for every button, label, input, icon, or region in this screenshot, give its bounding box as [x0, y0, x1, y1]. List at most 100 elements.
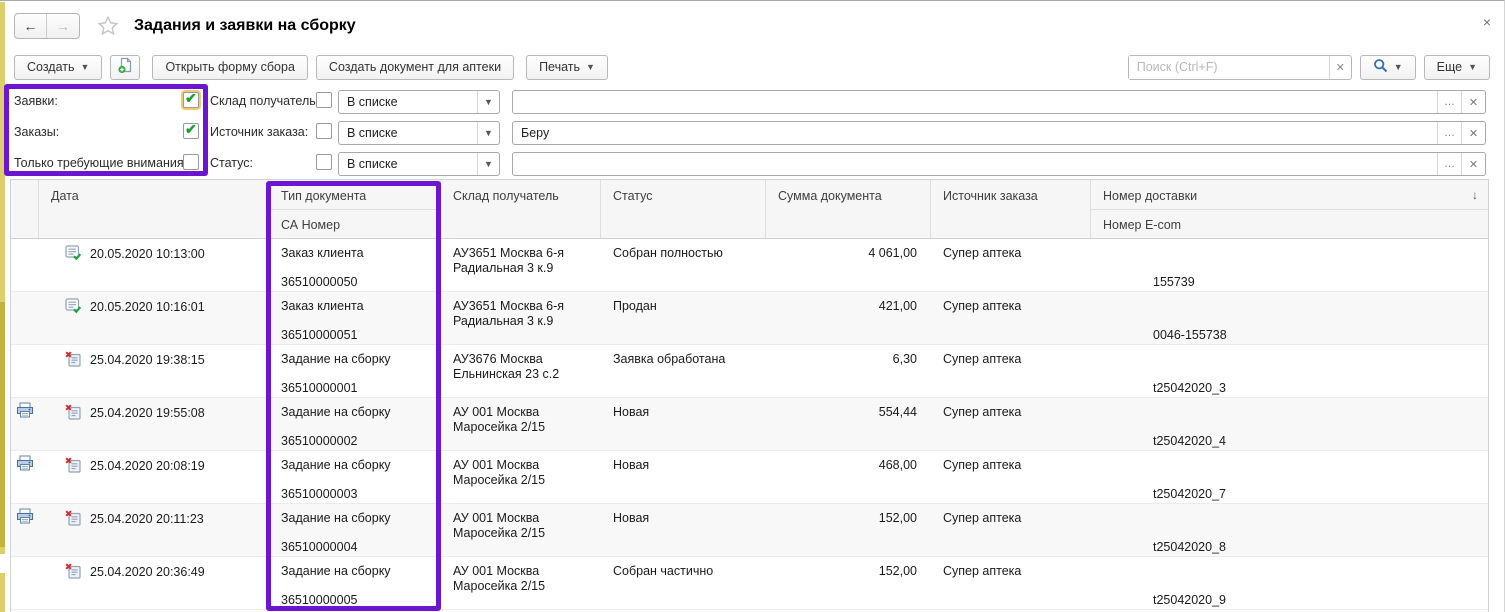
filter-source-label: Источник заказа:: [210, 125, 308, 139]
cell-date: 20.05.2020 10:13:00: [90, 246, 205, 291]
cell-status: Собран частично: [601, 557, 766, 609]
cell-date: 20.05.2020 10:16:01: [90, 299, 205, 344]
create-button[interactable]: Создать ▼: [14, 55, 102, 80]
filter-orders-checkbox[interactable]: [183, 123, 199, 139]
column-header-status[interactable]: Статус: [601, 180, 766, 238]
warehouse-ellipsis-button[interactable]: …: [1437, 91, 1461, 113]
app-window: × ← → Задания и заявки на сборку Создать…: [0, 0, 1505, 612]
title-bar: ← → Задания и заявки на сборку: [14, 11, 356, 41]
cell-source: Супер аптека: [931, 292, 1091, 344]
ellipsis-icon: …: [1444, 127, 1455, 139]
filter-status-label: Статус:: [210, 156, 253, 170]
condition-value: В списке: [339, 95, 477, 109]
cell-ecom-number: 0046-155738: [1153, 328, 1227, 343]
warehouse-clear-button[interactable]: ✕: [1461, 91, 1485, 113]
cell-ca-number: 36510000003: [281, 487, 357, 502]
cell-date: 25.04.2020 19:38:15: [90, 352, 205, 397]
table-row[interactable]: 25.04.2020 19:55:08 Задание на сборку 36…: [11, 398, 1488, 451]
left-dock-strip-bottom: [0, 573, 5, 612]
more-button[interactable]: Еще ▼: [1424, 55, 1490, 80]
table-row[interactable]: 20.05.2020 10:16:01 Заказ клиента 365100…: [11, 292, 1488, 345]
cell-source: Супер аптека: [931, 345, 1091, 397]
table-header: Дата Тип документа СА Номер Склад получа…: [11, 179, 1488, 239]
filter-source-condition-select[interactable]: В списке ▼: [338, 121, 500, 145]
table-row[interactable]: 25.04.2020 20:11:23 Задание на сборку 36…: [11, 504, 1488, 557]
cell-warehouse: АУ 001 Москва Маросейка 2/15: [441, 451, 601, 503]
cell-date: 25.04.2020 20:11:23: [90, 511, 204, 556]
table-body: 20.05.2020 10:13:00 Заказ клиента 365100…: [11, 239, 1488, 610]
filter-warehouse-condition-select[interactable]: В списке ▼: [338, 90, 500, 114]
filter-status-condition-select[interactable]: В списке ▼: [338, 152, 500, 176]
cell-status: Продан: [601, 292, 766, 344]
chevron-down-icon: ▼: [477, 153, 499, 175]
open-collect-form-button[interactable]: Открыть форму сбора: [152, 55, 307, 80]
status-ellipsis-button[interactable]: …: [1437, 153, 1461, 175]
column-header-icons: [11, 180, 39, 238]
column-header-warehouse[interactable]: Склад получатель: [441, 180, 601, 238]
window-close-button[interactable]: ×: [1478, 13, 1496, 31]
favorite-star-icon[interactable]: [96, 14, 120, 38]
close-icon: ✕: [1469, 97, 1478, 109]
arrow-right-icon: →: [56, 18, 70, 34]
create-pharmacy-doc-button[interactable]: Создать документ для аптеки: [316, 55, 514, 80]
document-marked-icon: [65, 457, 82, 503]
column-header-source[interactable]: Источник заказа: [931, 180, 1091, 238]
search-options-button[interactable]: ▼: [1360, 55, 1416, 80]
document-marked-icon: [65, 404, 82, 450]
chevron-down-icon: ▼: [586, 62, 595, 72]
column-header-doc-type[interactable]: Тип документа СА Номер: [269, 180, 441, 238]
documents-table: Дата Тип документа СА Номер Склад получа…: [10, 179, 1489, 612]
status-clear-button[interactable]: ✕: [1461, 153, 1485, 175]
source-ellipsis-button[interactable]: …: [1437, 122, 1461, 144]
create-new-document-button[interactable]: [110, 55, 140, 80]
cell-status: Собран полностью: [601, 239, 766, 291]
cell-ecom-number: t25042020_3: [1153, 381, 1226, 396]
cell-source: Супер аптека: [931, 398, 1091, 450]
search-input[interactable]: [1129, 56, 1329, 79]
cell-status: Заявка обработана: [601, 345, 766, 397]
search-icon: [1373, 58, 1388, 76]
cell-sum: 421,00: [766, 292, 931, 344]
column-header-delivery[interactable]: Номер доставки ↓ Номер E-com: [1091, 180, 1488, 238]
search-clear-button[interactable]: ✕: [1329, 56, 1351, 79]
ellipsis-icon: …: [1444, 96, 1455, 108]
filter-source-value-input[interactable]: [513, 126, 1437, 140]
column-header-ecom[interactable]: Номер E-com: [1103, 218, 1181, 232]
printer-icon: [16, 402, 34, 418]
cell-date: 25.04.2020 20:08:19: [90, 458, 205, 503]
open-collect-form-label: Открыть форму сбора: [165, 60, 294, 74]
create-pharmacy-doc-label: Создать документ для аптеки: [329, 60, 501, 74]
filter-status-checkbox[interactable]: [316, 154, 332, 170]
toolbar: Создать ▼ Открыть форму сбора Создать до…: [14, 53, 1490, 81]
cell-sum: 468,00: [766, 451, 931, 503]
page-title: Задания и заявки на сборку: [134, 17, 356, 35]
filter-requests-label: Заявки:: [14, 94, 58, 108]
table-row[interactable]: 25.04.2020 19:38:15 Задание на сборку 36…: [11, 345, 1488, 398]
column-header-ca-number[interactable]: СА Номер: [281, 218, 340, 232]
cell-doc-type: Задание на сборку: [281, 352, 391, 366]
print-button[interactable]: Печать ▼: [526, 55, 608, 80]
forward-button[interactable]: →: [47, 14, 79, 38]
create-button-label: Создать: [27, 60, 75, 74]
filter-attention-checkbox[interactable]: [183, 154, 199, 170]
back-button[interactable]: ←: [15, 14, 47, 38]
filter-warehouse-checkbox[interactable]: [316, 92, 332, 108]
cell-warehouse: АУ3676 Москва Ельнинская 23 с.2: [441, 345, 601, 397]
filter-source-checkbox[interactable]: [316, 123, 332, 139]
table-row[interactable]: 25.04.2020 20:36:49 Задание на сборку 36…: [11, 557, 1488, 610]
table-row[interactable]: 20.05.2020 10:13:00 Заказ клиента 365100…: [11, 239, 1488, 292]
source-clear-button[interactable]: ✕: [1461, 122, 1485, 144]
cell-ca-number: 36510000001: [281, 381, 357, 396]
chevron-down-icon: ▼: [1394, 62, 1403, 72]
column-header-date[interactable]: Дата: [39, 180, 269, 238]
filter-requests-checkbox[interactable]: [183, 92, 199, 108]
cell-source: Супер аптека: [931, 239, 1091, 291]
cell-ecom-number: t25042020_8: [1153, 540, 1226, 555]
filter-warehouse-value-input[interactable]: [513, 95, 1437, 109]
cell-date: 25.04.2020 20:36:49: [90, 564, 205, 609]
table-row[interactable]: 25.04.2020 20:08:19 Задание на сборку 36…: [11, 451, 1488, 504]
filter-status-value-input[interactable]: [513, 157, 1437, 171]
cell-warehouse: АУ3651 Москва 6-я Радиальная 3 к.9: [441, 239, 601, 291]
column-header-sum[interactable]: Сумма документа: [766, 180, 931, 238]
chevron-down-icon: ▼: [1468, 62, 1477, 72]
